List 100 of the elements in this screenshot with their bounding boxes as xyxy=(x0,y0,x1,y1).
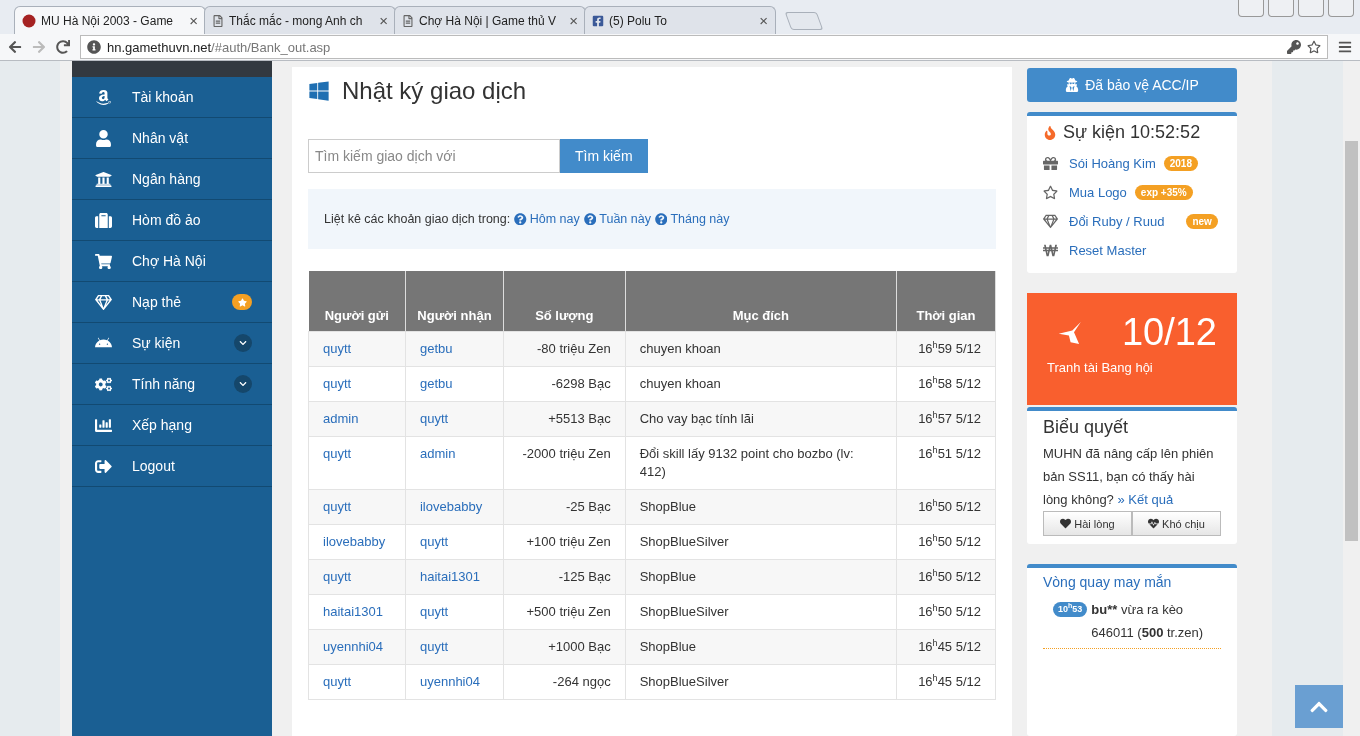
table-cell: -25 Bạc xyxy=(503,489,626,525)
scroll-top-button[interactable] xyxy=(1295,685,1343,728)
question-icon xyxy=(583,212,597,226)
browser-tab[interactable]: (5) Polu To × xyxy=(584,6,776,34)
minimize-button[interactable] xyxy=(1268,0,1294,17)
page-title: Nhật ký giao dịch xyxy=(342,77,527,105)
close-icon[interactable]: × xyxy=(379,12,388,29)
user-link[interactable]: haitai1301 xyxy=(308,594,406,630)
user-link[interactable]: quytt xyxy=(308,664,406,700)
forward-icon[interactable] xyxy=(32,40,46,54)
scrollbar-thumb[interactable] xyxy=(1345,141,1358,541)
close-icon[interactable]: × xyxy=(569,12,578,29)
question-icon xyxy=(514,212,527,226)
user-link[interactable]: quytt xyxy=(405,594,504,630)
sidebar-item[interactable]: Ngân hàng xyxy=(72,159,272,200)
user-link[interactable]: quytt xyxy=(308,366,406,402)
vote-button[interactable]: Hài lòng xyxy=(1043,511,1132,536)
event-link[interactable]: Sói Hoàng Kim xyxy=(1069,156,1156,171)
sidebar-item[interactable]: Sự kiện xyxy=(72,323,272,364)
question-icon xyxy=(654,212,668,226)
user-link[interactable]: admin xyxy=(405,436,504,490)
user-link[interactable]: ilovebabby xyxy=(308,524,406,560)
sidebar-item[interactable]: Hòm đồ ảo xyxy=(72,200,272,241)
event-link[interactable]: Reset Master xyxy=(1069,243,1147,258)
profile-button[interactable] xyxy=(1238,0,1264,17)
user-link[interactable]: quytt xyxy=(308,331,406,367)
user-link[interactable]: quytt xyxy=(405,629,504,665)
event-link[interactable]: Đổi Ruby / Ruud xyxy=(1069,214,1165,229)
user-link[interactable]: admin xyxy=(308,401,406,437)
user-link[interactable]: quytt xyxy=(308,489,406,525)
period-link[interactable]: Tháng này xyxy=(654,212,730,226)
table-cell: 16$^{h}$59 5/12 xyxy=(896,331,996,367)
address-bar[interactable]: hn.gamethuvn.net/#auth/Bank_out.asp xyxy=(80,35,1328,59)
card-title: Vòng quay may mắn xyxy=(1043,574,1173,590)
browser-tab[interactable]: MU Hà Nội 2003 - Game × xyxy=(14,6,206,34)
gift-icon xyxy=(1043,156,1061,171)
sidebar-item[interactable]: Xếp hạng xyxy=(72,405,272,446)
reload-icon[interactable] xyxy=(56,40,70,54)
vote-button[interactable]: Khó chịu xyxy=(1132,511,1221,536)
guild-card[interactable]: 10/12 Tranh tài Bang hội xyxy=(1027,293,1237,405)
url-text: hn.gamethuvn.net/#auth/Bank_out.asp xyxy=(107,39,332,55)
search-field[interactable]: Tìm kiếm giao dịch với xyxy=(308,139,560,173)
table-cell: 16$^{h}$50 5/12 xyxy=(896,489,996,525)
user-link[interactable]: ilovebabby xyxy=(405,489,504,525)
back-icon[interactable] xyxy=(8,40,22,54)
fire-icon xyxy=(1043,125,1057,140)
protect-button[interactable]: Đã bảo vệ ACC/IP xyxy=(1027,68,1237,102)
menu-icon[interactable] xyxy=(1338,40,1352,54)
period-link[interactable]: Hôm nay xyxy=(514,212,580,226)
sidebar-item[interactable]: Nạp thẻ xyxy=(72,282,272,323)
close-window-button[interactable] xyxy=(1328,0,1354,17)
user-link[interactable]: haitai1301 xyxy=(405,559,504,595)
column-header: Người nhận xyxy=(405,271,504,332)
close-icon[interactable]: × xyxy=(759,12,768,29)
table-cell: 16$^{h}$45 5/12 xyxy=(896,629,996,665)
results-link[interactable]: » Kết quả xyxy=(1117,492,1174,507)
sidebar-item[interactable]: Tài khoản xyxy=(72,77,272,118)
sidebar-label: Xếp hạng xyxy=(132,417,193,433)
new-tab-button[interactable] xyxy=(784,12,824,30)
user-link[interactable]: getbu xyxy=(405,331,504,367)
table-cell: chuyen khoan xyxy=(625,331,897,367)
browser-tab[interactable]: Chợ Hà Nội | Game thủ V × xyxy=(394,6,586,34)
user-link[interactable]: getbu xyxy=(405,366,504,402)
user-link[interactable]: quytt xyxy=(405,401,504,437)
table-cell: ShopBlue xyxy=(625,489,897,525)
table-cell: Cho vay bạc tính lãi xyxy=(625,401,897,437)
page-icon xyxy=(22,13,36,28)
close-icon[interactable]: × xyxy=(189,12,198,29)
column-header: Mục đích xyxy=(625,271,897,332)
table-cell: 16$^{h}$58 5/12 xyxy=(896,366,996,402)
user-link[interactable]: uyennhi04 xyxy=(308,629,406,665)
search-button[interactable]: Tìm kiếm xyxy=(560,139,648,173)
star-icon[interactable] xyxy=(1307,40,1321,54)
bar-chart-icon xyxy=(92,416,114,434)
user-link[interactable]: uyennhi04 xyxy=(405,664,504,700)
user-link[interactable]: quytt xyxy=(308,436,406,490)
sidebar-label: Tính năng xyxy=(132,376,197,392)
table-cell: 16$^{h}$51 5/12 xyxy=(896,436,996,490)
user-link[interactable]: quytt xyxy=(308,559,406,595)
table-cell: +5513 Bạc xyxy=(503,401,626,437)
poll-title: Biểu quyết xyxy=(1043,417,1130,438)
heartbeat-icon xyxy=(1148,518,1160,529)
sidebar-item[interactable]: Chợ Hà Nội xyxy=(72,241,272,282)
diamond-icon xyxy=(1043,214,1061,229)
suitcase-icon xyxy=(92,211,114,229)
event-link[interactable]: Mua Logo xyxy=(1069,185,1127,200)
sidebar-item[interactable]: Tính năng xyxy=(72,364,272,405)
key-icon[interactable] xyxy=(1287,40,1301,54)
info-icon xyxy=(87,40,101,54)
table-cell: +500 triệu Zen xyxy=(503,594,626,630)
period-link[interactable]: Tuần này xyxy=(583,212,651,226)
maximize-button[interactable] xyxy=(1298,0,1324,17)
browser-tab[interactable]: Thắc mắc - mong Anh ch × xyxy=(204,6,396,34)
table-cell: ShopBlueSilver xyxy=(625,664,897,700)
sidebar-item[interactable]: Logout xyxy=(72,446,272,487)
table-cell: ShopBlue xyxy=(625,629,897,665)
user-link[interactable]: quytt xyxy=(405,524,504,560)
sidebar-item[interactable]: Nhân vật xyxy=(72,118,272,159)
table-cell: 16$^{h}$50 5/12 xyxy=(896,559,996,595)
tab-title: Chợ Hà Nội | Game thủ V xyxy=(419,13,558,28)
